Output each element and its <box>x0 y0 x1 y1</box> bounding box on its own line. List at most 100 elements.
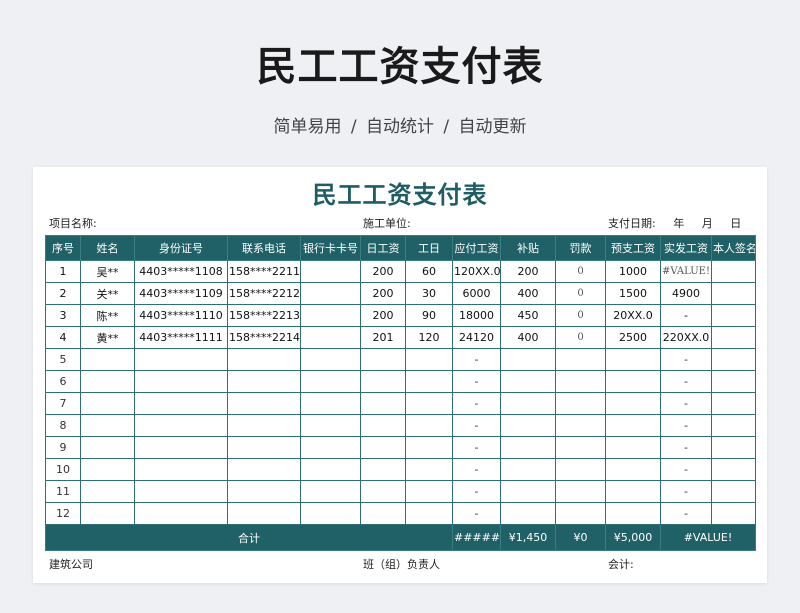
cell-payable[interactable]: - <box>452 480 501 503</box>
cell-actual[interactable]: - <box>660 392 712 415</box>
cell-daily-wage[interactable] <box>360 436 406 459</box>
cell-subsidy[interactable] <box>500 392 556 415</box>
cell-actual[interactable]: 220XX.0 <box>660 326 712 349</box>
cell-name[interactable] <box>80 348 135 371</box>
cell-days[interactable] <box>405 392 453 415</box>
cell-payable[interactable]: - <box>452 502 501 525</box>
cell-actual[interactable]: - <box>660 458 712 481</box>
cell-bank[interactable] <box>300 282 361 305</box>
cell-payable[interactable]: - <box>452 458 501 481</box>
cell-id[interactable]: 4403*****1108 <box>134 260 228 283</box>
cell-actual[interactable]: - <box>660 414 712 437</box>
cell-signature[interactable] <box>711 436 756 459</box>
cell-id[interactable]: 4403*****1109 <box>134 282 228 305</box>
cell-no[interactable]: 5 <box>45 348 81 371</box>
cell-subsidy[interactable] <box>500 436 556 459</box>
cell-signature[interactable] <box>711 304 756 327</box>
cell-daily-wage[interactable]: 200 <box>360 304 406 327</box>
cell-phone[interactable] <box>227 348 301 371</box>
cell-bank[interactable] <box>300 370 361 393</box>
cell-id[interactable] <box>134 348 228 371</box>
cell-bank[interactable] <box>300 480 361 503</box>
cell-days[interactable]: 30 <box>405 282 453 305</box>
cell-id[interactable] <box>134 480 228 503</box>
cell-days[interactable] <box>405 414 453 437</box>
cell-fine[interactable]: 0 <box>555 282 606 305</box>
cell-daily-wage[interactable] <box>360 414 406 437</box>
cell-daily-wage[interactable] <box>360 502 406 525</box>
cell-subsidy[interactable] <box>500 348 556 371</box>
cell-advance[interactable] <box>605 392 661 415</box>
cell-phone[interactable] <box>227 480 301 503</box>
cell-signature[interactable] <box>711 458 756 481</box>
cell-name[interactable]: 吴** <box>80 260 135 283</box>
cell-name[interactable] <box>80 436 135 459</box>
cell-no[interactable]: 2 <box>45 282 81 305</box>
cell-no[interactable]: 8 <box>45 414 81 437</box>
cell-phone[interactable] <box>227 414 301 437</box>
cell-phone[interactable]: 158****2213 <box>227 304 301 327</box>
cell-days[interactable] <box>405 458 453 481</box>
cell-subsidy[interactable]: 450 <box>500 304 556 327</box>
cell-bank[interactable] <box>300 436 361 459</box>
cell-phone[interactable] <box>227 458 301 481</box>
cell-no[interactable]: 7 <box>45 392 81 415</box>
cell-daily-wage[interactable] <box>360 458 406 481</box>
cell-phone[interactable]: 158****2211 <box>227 260 301 283</box>
cell-no[interactable]: 9 <box>45 436 81 459</box>
cell-days[interactable] <box>405 370 453 393</box>
cell-bank[interactable] <box>300 458 361 481</box>
cell-actual[interactable]: 4900 <box>660 282 712 305</box>
cell-days[interactable]: 90 <box>405 304 453 327</box>
cell-daily-wage[interactable]: 201 <box>360 326 406 349</box>
cell-name[interactable]: 陈** <box>80 304 135 327</box>
cell-payable[interactable]: - <box>452 414 501 437</box>
cell-signature[interactable] <box>711 260 756 283</box>
cell-daily-wage[interactable]: 200 <box>360 282 406 305</box>
cell-fine[interactable] <box>555 370 606 393</box>
cell-actual[interactable]: - <box>660 436 712 459</box>
cell-bank[interactable] <box>300 304 361 327</box>
cell-bank[interactable] <box>300 414 361 437</box>
cell-advance[interactable] <box>605 370 661 393</box>
cell-no[interactable]: 10 <box>45 458 81 481</box>
cell-phone[interactable] <box>227 502 301 525</box>
cell-phone[interactable]: 158****2214 <box>227 326 301 349</box>
cell-advance[interactable] <box>605 502 661 525</box>
cell-advance[interactable]: 1000 <box>605 260 661 283</box>
cell-signature[interactable] <box>711 392 756 415</box>
cell-fine[interactable] <box>555 436 606 459</box>
cell-subsidy[interactable] <box>500 458 556 481</box>
cell-name[interactable] <box>80 502 135 525</box>
cell-payable[interactable]: - <box>452 392 501 415</box>
cell-advance[interactable]: 20XX.0 <box>605 304 661 327</box>
cell-actual[interactable]: #VALUE! <box>660 260 712 283</box>
cell-daily-wage[interactable]: 200 <box>360 260 406 283</box>
cell-subsidy[interactable] <box>500 414 556 437</box>
cell-signature[interactable] <box>711 502 756 525</box>
cell-fine[interactable] <box>555 392 606 415</box>
cell-phone[interactable] <box>227 436 301 459</box>
cell-actual[interactable]: - <box>660 480 712 503</box>
cell-bank[interactable] <box>300 348 361 371</box>
cell-name[interactable] <box>80 370 135 393</box>
cell-fine[interactable] <box>555 414 606 437</box>
cell-payable[interactable]: - <box>452 348 501 371</box>
cell-fine[interactable] <box>555 502 606 525</box>
cell-daily-wage[interactable] <box>360 370 406 393</box>
cell-name[interactable] <box>80 480 135 503</box>
cell-bank[interactable] <box>300 392 361 415</box>
cell-advance[interactable]: 2500 <box>605 326 661 349</box>
cell-bank[interactable] <box>300 502 361 525</box>
cell-actual[interactable]: - <box>660 304 712 327</box>
cell-advance[interactable] <box>605 348 661 371</box>
cell-name[interactable]: 黄** <box>80 326 135 349</box>
cell-id[interactable]: 4403*****1110 <box>134 304 228 327</box>
cell-advance[interactable]: 1500 <box>605 282 661 305</box>
cell-actual[interactable]: - <box>660 502 712 525</box>
cell-advance[interactable] <box>605 480 661 503</box>
cell-id[interactable] <box>134 458 228 481</box>
cell-daily-wage[interactable] <box>360 480 406 503</box>
cell-payable[interactable]: - <box>452 370 501 393</box>
cell-name[interactable] <box>80 458 135 481</box>
